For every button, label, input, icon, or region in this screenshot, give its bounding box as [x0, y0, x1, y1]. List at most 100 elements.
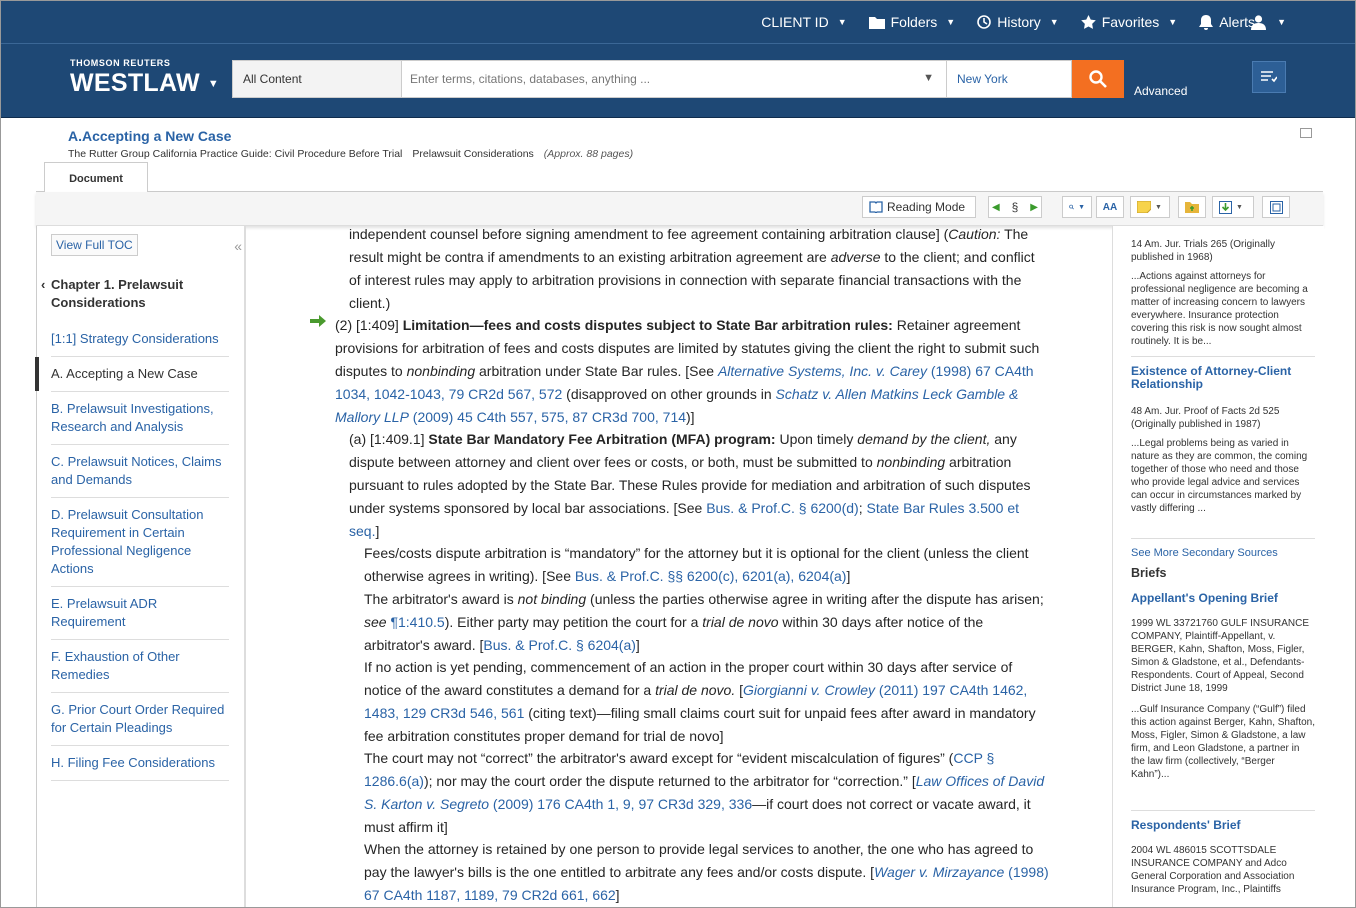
star-icon [1080, 15, 1096, 29]
user-menu[interactable]: ▼ [1251, 0, 1286, 44]
save-to-folder-button[interactable] [1178, 196, 1206, 218]
user-icon [1251, 14, 1267, 30]
search-button[interactable] [1072, 60, 1124, 98]
search-within-button[interactable]: ▼ [1062, 196, 1092, 218]
chevron-down-icon: ▼ [1236, 203, 1243, 211]
toc-item[interactable]: F. Exhaustion of Other Remedies [51, 640, 229, 693]
next-arrow-icon[interactable]: ▶ [1030, 202, 1038, 213]
toc-sidebar: View Full TOC « ‹ Chapter 1. Prelawsuit … [35, 226, 246, 908]
source-link[interactable]: Existence of Attorney-Client Relationshi… [1131, 365, 1315, 391]
toc-item-current[interactable]: A. Accepting a New Case [35, 357, 229, 392]
document-title: A.Accepting a New Case [68, 128, 232, 144]
brief-snippet: ...Gulf Insurance Company (“Gulf”) filed… [1131, 704, 1316, 780]
toc-item[interactable]: B. Prelawsuit Investigations, Research a… [51, 392, 229, 445]
paragraph: The arbitrator's award is not binding (u… [364, 591, 1044, 653]
toc-list: [1:1] Strategy Considerations A. Accepti… [35, 322, 229, 781]
statute-link[interactable]: Bus. & Prof.C. §§ 6200(c), 6201(a), 6204… [575, 568, 847, 584]
document-chapter[interactable]: Prelawsuit Considerations [412, 148, 533, 160]
divider [1131, 810, 1315, 811]
document-tabs: Document [36, 160, 1323, 193]
list-icon [1261, 71, 1277, 83]
brief-info: 2004 WL 486015 SCOTTSDALE INSURANCE COMP… [1131, 845, 1295, 895]
chevron-down-icon[interactable]: ▼ [923, 72, 934, 84]
search-input[interactable]: Enter terms, citations, databases, anyth… [402, 60, 947, 98]
document-header: A.Accepting a New Case The Rutter Group … [68, 128, 633, 160]
search-bar: All Content Enter terms, citations, data… [232, 60, 1124, 98]
tab-document[interactable]: Document [44, 162, 148, 193]
folder-icon [1185, 202, 1199, 213]
collapse-header-icon[interactable] [1300, 128, 1312, 138]
paragraph-link[interactable]: ¶1:410.5 [387, 614, 444, 630]
westlaw-logo[interactable]: THOMSON REUTERS WESTLAW ▼ [70, 58, 219, 98]
favorites-label: Favorites [1101, 14, 1160, 30]
secondary-source-1: 14 Am. Jur. Trials 265 (Originally publi… [1131, 238, 1315, 348]
toc-item[interactable]: C. Prelawsuit Notices, Claims and Demand… [51, 445, 229, 498]
paragraph: independent counsel before signing amend… [349, 226, 1035, 311]
paragraph: If no action is yet pending, commencemen… [364, 659, 1036, 744]
brand-big: WESTLAW [70, 69, 200, 97]
search-placeholder: Enter terms, citations, databases, anyth… [410, 72, 651, 86]
jurisdiction-selector[interactable]: New York [947, 60, 1072, 98]
see-more-sources: See More Secondary Sources [1131, 538, 1315, 559]
previous-arrow-icon[interactable]: ◀ [992, 202, 1000, 213]
chevron-down-icon: ▼ [207, 77, 220, 90]
folders-menu[interactable]: Folders ▼ [858, 0, 967, 44]
chevron-down-icon: ▼ [1168, 17, 1178, 27]
statute-link[interactable]: Bus. & Prof.C. § 6200(d) [706, 500, 859, 516]
document-source[interactable]: The Rutter Group California Practice Gui… [68, 148, 402, 160]
toc-item[interactable]: H. Filing Fee Considerations [51, 746, 229, 781]
book-icon [869, 201, 883, 213]
paragraph-1-409: (2) [1:409] Limitation—fees and costs di… [335, 317, 1040, 425]
top-navigation-bar: CLIENT ID ▼ Folders ▼ History ▼ Favorites ▼ … [0, 0, 1356, 44]
section-navigator[interactable]: ◀ § ▶ [988, 196, 1042, 218]
view-full-toc-button[interactable]: View Full TOC [51, 234, 138, 256]
bell-icon [1199, 14, 1214, 30]
alerts-label: Alerts [1219, 14, 1255, 30]
folders-label: Folders [890, 14, 938, 30]
related-content-panel: 14 Am. Jur. Trials 265 (Originally publi… [1112, 226, 1324, 908]
search-scope-selector[interactable]: All Content [232, 60, 402, 98]
full-screen-button[interactable] [1262, 196, 1290, 218]
chevron-down-icon: ▼ [1277, 17, 1286, 27]
source-citation: 14 Am. Jur. Trials 265 (Originally publi… [1131, 239, 1275, 263]
favorites-menu[interactable]: Favorites ▼ [1070, 0, 1189, 44]
brief-link[interactable]: Appellant's Opening Brief [1131, 592, 1315, 605]
download-icon [1219, 200, 1232, 214]
toc-item[interactable]: E. Prelawsuit ADR Requirement [51, 587, 229, 640]
brief-link[interactable]: Respondents' Brief [1131, 819, 1315, 832]
toc-item[interactable]: [1:1] Strategy Considerations [51, 322, 229, 357]
reading-mode-button[interactable]: Reading Mode [862, 196, 976, 218]
client-id-menu[interactable]: CLIENT ID ▼ [750, 0, 857, 44]
sticky-note-icon [1137, 201, 1151, 213]
chevron-down-icon: ▼ [1078, 203, 1085, 211]
chevron-down-icon: ▼ [1049, 17, 1059, 27]
secondary-source-2: Existence of Attorney-Client Relationshi… [1131, 356, 1315, 515]
chevron-left-icon: ‹ [41, 277, 46, 292]
research-list-button[interactable] [1252, 61, 1286, 93]
search-icon [1089, 70, 1107, 88]
collapse-sidebar-icon[interactable]: « [234, 238, 242, 254]
briefs-heading: Briefs [1131, 566, 1167, 580]
annotate-button[interactable]: ▼ [1130, 196, 1170, 218]
divider [1131, 538, 1315, 539]
see-more-link[interactable]: See More Secondary Sources [1131, 547, 1315, 559]
brand-small: THOMSON REUTERS [70, 58, 171, 68]
toc-chapter[interactable]: ‹ Chapter 1. Prelawsuit Considerations [41, 276, 241, 312]
client-id-label: CLIENT ID [761, 14, 829, 30]
paragraph: The court may not “correct” the arbitrat… [364, 750, 1045, 835]
chevron-down-icon: ▼ [946, 17, 956, 27]
toc-item[interactable]: D. Prelawsuit Consultation Requirement i… [51, 498, 229, 587]
expand-icon [1269, 200, 1283, 214]
brief-info: 1999 WL 33721760 GULF INSURANCE COMPANY,… [1131, 618, 1310, 694]
download-button[interactable]: ▼ [1212, 196, 1254, 218]
toc-item[interactable]: G. Prior Court Order Required for Certai… [51, 693, 229, 746]
paragraph-1-409-1: (a) [1:409.1] State Bar Mandatory Fee Ar… [349, 431, 1031, 539]
brief-2: Respondents' Brief 2004 WL 486015 SCOTTS… [1131, 810, 1315, 896]
folder-icon [868, 16, 885, 29]
font-size-button[interactable]: AA [1096, 196, 1124, 218]
document-toolbar: Reading Mode ◀ § ▶ ▼ AA ▼ ▼ [36, 192, 1323, 226]
history-menu[interactable]: History ▼ [966, 0, 1069, 44]
source-snippet: ...Legal problems being as varied in nat… [1131, 438, 1308, 514]
statute-link[interactable]: Bus. & Prof.C. § 6204(a) [483, 637, 636, 653]
advanced-search-link[interactable]: Advanced [1134, 84, 1187, 98]
